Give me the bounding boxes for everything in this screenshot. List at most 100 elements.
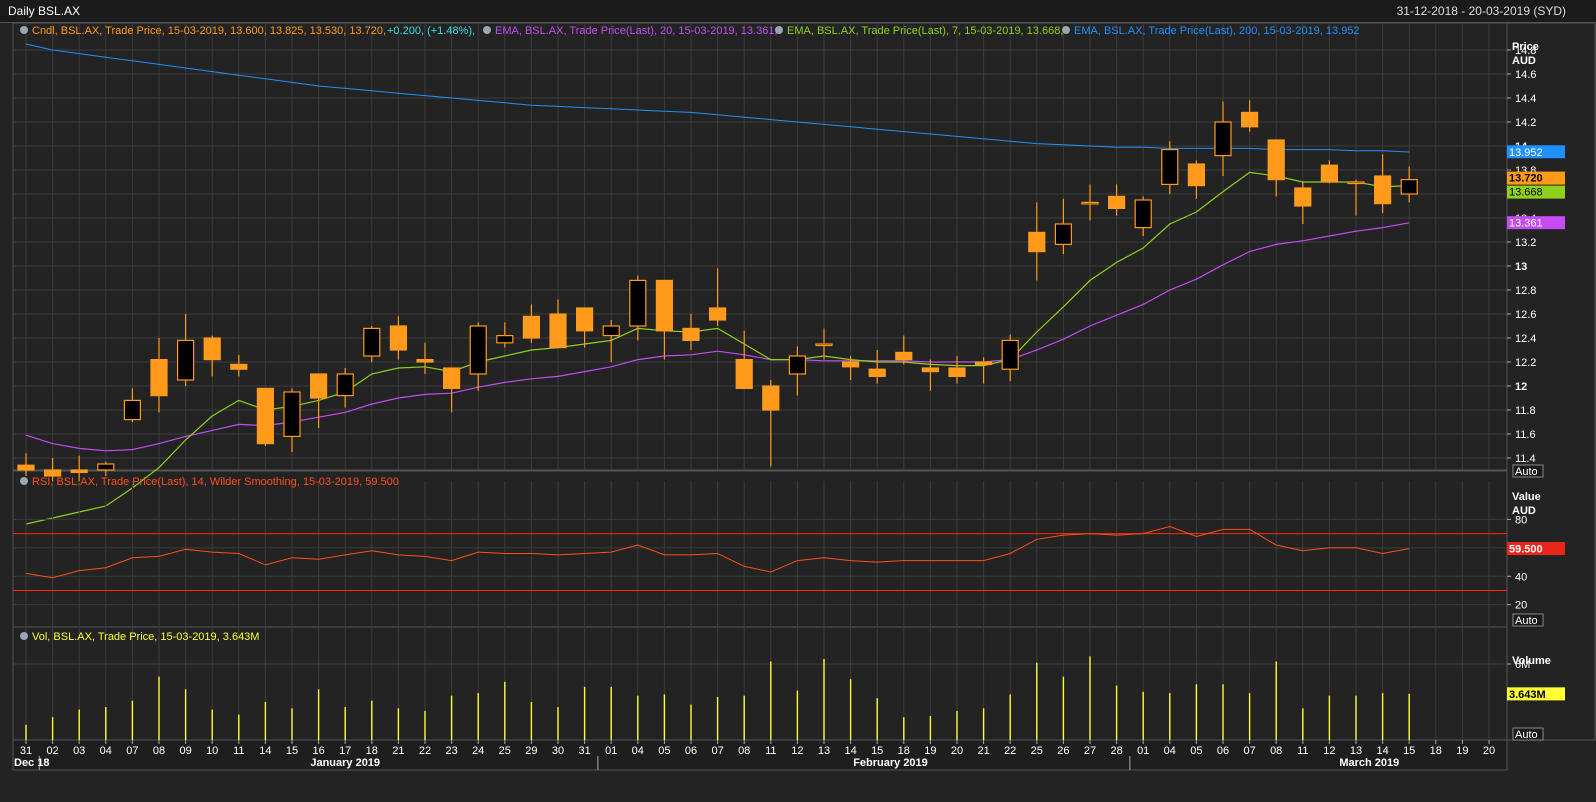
candle-body <box>150 359 168 397</box>
candle-body <box>1107 195 1126 209</box>
candle-body <box>895 351 913 361</box>
volume-auto-label[interactable]: Auto <box>1515 729 1538 741</box>
candle[interactable] <box>256 387 274 446</box>
time-tick-label: 31 <box>20 745 32 757</box>
candle-body <box>123 399 142 421</box>
time-tick-label: 07 <box>1243 745 1255 757</box>
candle-body <box>1161 149 1179 186</box>
legend-ema20-icon[interactable] <box>483 26 491 34</box>
time-tick-label: 03 <box>73 745 85 757</box>
month-label: Dec 18 <box>14 757 49 769</box>
time-tick-label: 18 <box>1430 745 1442 757</box>
ema200-value-label: 13.952 <box>1509 147 1543 159</box>
candle-body <box>1320 164 1339 183</box>
legend-vol-icon[interactable] <box>20 632 28 640</box>
candle-body <box>1028 231 1046 253</box>
time-tick-label: 08 <box>153 745 165 757</box>
price-auto-button[interactable]: Auto <box>1512 464 1544 478</box>
legend-ema7-icon[interactable] <box>775 26 783 34</box>
time-tick-label: 30 <box>552 745 564 757</box>
price-tick-label: 12.4 <box>1515 333 1536 345</box>
time-tick-label: 06 <box>685 745 697 757</box>
time-tick-label: 18 <box>366 745 378 757</box>
candle-body <box>1054 223 1073 245</box>
candle-body <box>762 385 780 411</box>
candle-body <box>522 315 541 339</box>
price-value-tags: 13.952 13.720 13.668 13.361 <box>1507 145 1565 230</box>
time-tick-label: 01 <box>605 745 617 757</box>
candle-body <box>655 279 674 332</box>
volume-pane-frame <box>12 626 1508 742</box>
candle-body <box>1081 201 1099 205</box>
candle-body <box>389 325 407 351</box>
price-pane-frame <box>12 22 1508 471</box>
time-tick-label: 15 <box>871 745 883 757</box>
chart-window: Daily BSL.AX 31-12-2018 - 20-03-2019 (SY… <box>0 0 1596 802</box>
time-tick-label: 15 <box>286 745 298 757</box>
candle-body <box>230 363 248 370</box>
time-tick-label: 11 <box>233 745 244 757</box>
legend-ema200: EMA, BSL.AX, Trade Price(Last), 200, 15-… <box>1074 25 1360 37</box>
time-tick-label: 25 <box>499 745 511 757</box>
rsi-auto-label[interactable]: Auto <box>1515 615 1538 627</box>
price-axis-title: Price <box>1512 41 1539 53</box>
candle-body <box>948 367 966 377</box>
rsi-auto-button[interactable]: Auto <box>1512 613 1544 627</box>
price-tick-label: 12.8 <box>1515 285 1536 297</box>
time-tick-label: 28 <box>1110 745 1122 757</box>
time-tick-label: 24 <box>472 745 484 757</box>
time-tick-label: 11 <box>1297 745 1308 757</box>
time-tick-label: 08 <box>1270 745 1282 757</box>
rsi-tick-label: 20 <box>1515 600 1527 612</box>
time-tick-label: 25 <box>1031 745 1043 757</box>
legend-rsi-icon[interactable] <box>20 477 28 485</box>
candle-body <box>708 307 727 321</box>
candle-body <box>629 279 647 327</box>
time-tick-label: 07 <box>126 745 138 757</box>
legend-rsi: RSI, BSL.AX, Trade Price(Last), 14, Wild… <box>32 476 399 488</box>
price-tick-label: 12.6 <box>1515 309 1536 321</box>
time-tick-label: 17 <box>339 745 351 757</box>
time-tick-label: 21 <box>977 745 989 757</box>
volume-auto-button[interactable]: Auto <box>1512 727 1544 741</box>
time-tick-label: 04 <box>632 745 644 757</box>
candle-body <box>1267 139 1285 181</box>
candle-body <box>256 387 274 445</box>
rsi-value-label: 59.500 <box>1509 544 1543 556</box>
time-tick-label: 31 <box>578 745 590 757</box>
time-tick-label: 22 <box>1004 745 1016 757</box>
candle-body <box>868 368 886 378</box>
price-tick-label: 11.6 <box>1515 429 1536 441</box>
candle-body <box>496 335 514 344</box>
candle-body <box>549 313 567 349</box>
legend-ema200-icon[interactable] <box>1062 26 1070 34</box>
legend-ema20: EMA, BSL.AX, Trade Price(Last), 20, 15-0… <box>495 25 778 37</box>
time-tick-label: 11 <box>765 745 776 757</box>
time-tick-label: 19 <box>1456 745 1468 757</box>
candle-body <box>575 307 594 332</box>
candle-body <box>1134 199 1152 229</box>
candle-body <box>469 325 487 375</box>
candle-body <box>1214 121 1232 157</box>
candle-body <box>1294 187 1312 207</box>
candle-body <box>602 325 620 337</box>
candle-body <box>974 361 993 365</box>
legend-candle: Cndl, BSL.AX, Trade Price, 15-03-2019, 1… <box>32 25 386 37</box>
legend-candle-icon[interactable] <box>20 26 28 34</box>
candle-body <box>17 464 35 471</box>
candle-body <box>1240 111 1259 128</box>
ema20-value-label: 13.361 <box>1509 218 1543 230</box>
time-tick-label: 09 <box>179 745 191 757</box>
price-tick-label: 12.2 <box>1515 357 1536 369</box>
chart-canvas[interactable]: 11.411.611.81212.212.412.612.81313.213.4… <box>0 0 1596 802</box>
month-label: February 2019 <box>853 757 928 769</box>
price-auto-label[interactable]: Auto <box>1515 466 1538 478</box>
candle-body <box>1001 339 1019 370</box>
legend-candle-change: +0.200, (+1.48%), <box>387 25 475 37</box>
price-legend: Cndl, BSL.AX, Trade Price, 15-03-2019, 1… <box>20 25 1360 37</box>
time-tick-label: 05 <box>658 745 670 757</box>
candle-body <box>336 373 354 397</box>
rsi-tick-label: 40 <box>1515 571 1527 583</box>
candle-body <box>1347 181 1365 185</box>
time-tick-label: 04 <box>100 745 112 757</box>
